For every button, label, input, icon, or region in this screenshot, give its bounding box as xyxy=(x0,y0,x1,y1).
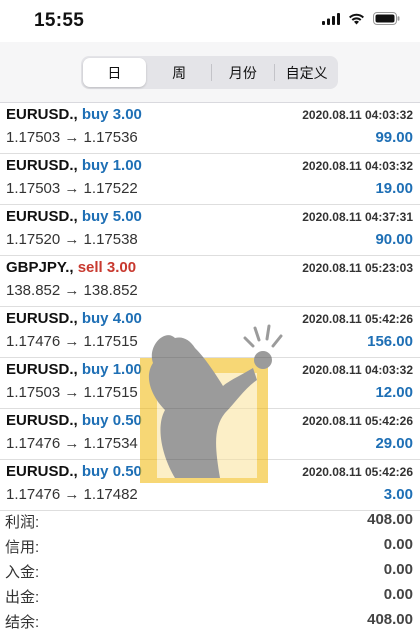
trade-row[interactable]: EURUSD., buy 1.00 2020.08.11 04:03:32 1.… xyxy=(0,358,420,409)
trade-row[interactable]: EURUSD., buy 0.50 2020.08.11 05:42:26 1.… xyxy=(0,460,420,511)
trade-datetime: 2020.08.11 04:37:31 xyxy=(302,210,413,224)
summary-value: 408.00 xyxy=(367,511,413,528)
trade-prices: 138.852 → 138.852 xyxy=(6,282,138,299)
trade-prices: 1.17503 → 1.17536 xyxy=(6,129,138,146)
trade-datetime: 2020.08.11 05:42:26 xyxy=(302,312,413,326)
trade-datetime: 2020.08.11 05:42:26 xyxy=(302,465,413,479)
summary-label: 信用: xyxy=(5,539,40,556)
trade-symbol: GBPJPY., xyxy=(6,259,74,276)
trade-datetime: 2020.08.11 05:23:03 xyxy=(302,261,413,275)
cellular-signal-icon xyxy=(322,12,340,30)
trade-side: buy 1.00 xyxy=(81,157,142,174)
period-selector-bar: 日 周 月份 自定义 xyxy=(0,42,420,103)
trade-profit: 156.00 xyxy=(367,333,413,350)
trade-prices: 1.17520 → 1.17538 xyxy=(6,231,138,248)
summary-row-balance: 结余: 408.00 xyxy=(0,607,420,632)
trade-symbol: EURUSD., xyxy=(6,463,78,480)
trade-symbol: EURUSD., xyxy=(6,208,78,225)
summary-row-withdrawal: 出金: 0.00 xyxy=(0,582,420,607)
trade-symbol: EURUSD., xyxy=(6,361,78,378)
trade-profit: 12.00 xyxy=(375,384,413,401)
trade-row[interactable]: GBPJPY., sell 3.00 2020.08.11 05:23:03 1… xyxy=(0,256,420,307)
trade-row[interactable]: EURUSD., buy 0.50 2020.08.11 05:42:26 1.… xyxy=(0,409,420,460)
trade-side: buy 0.50 xyxy=(81,412,142,429)
wifi-icon xyxy=(348,12,365,30)
trade-side: buy 4.00 xyxy=(81,310,142,327)
trade-symbol: EURUSD., xyxy=(6,412,78,429)
summary-label: 出金: xyxy=(5,589,40,606)
trade-datetime: 2020.08.11 05:42:26 xyxy=(302,414,413,428)
account-summary: 利润: 408.00 信用: 0.00 入金: 0.00 出金: 0.00 结余… xyxy=(0,507,420,632)
trade-datetime: 2020.08.11 04:03:32 xyxy=(302,159,413,173)
trade-datetime: 2020.08.11 04:03:32 xyxy=(302,108,413,122)
trade-side: buy 0.50 xyxy=(81,463,142,480)
tab-week[interactable]: 周 xyxy=(148,56,211,89)
tab-month[interactable]: 月份 xyxy=(212,56,275,89)
trade-datetime: 2020.08.11 04:03:32 xyxy=(302,363,413,377)
summary-row-deposit: 入金: 0.00 xyxy=(0,557,420,582)
tab-custom[interactable]: 自定义 xyxy=(275,56,338,89)
trade-prices: 1.17503 → 1.17515 xyxy=(6,384,138,401)
status-icons xyxy=(322,12,400,30)
trade-history-list: EURUSD., buy 3.00 2020.08.11 04:03:32 1.… xyxy=(0,103,420,511)
trade-row[interactable]: EURUSD., buy 4.00 2020.08.11 05:42:26 1.… xyxy=(0,307,420,358)
trade-side: buy 3.00 xyxy=(81,106,142,123)
summary-row-profit: 利润: 408.00 xyxy=(0,507,420,532)
trade-symbol: EURUSD., xyxy=(6,157,78,174)
status-bar: 15:55 xyxy=(0,0,420,42)
battery-icon xyxy=(373,12,400,30)
status-time: 15:55 xyxy=(34,10,85,31)
summary-value: 0.00 xyxy=(383,586,413,603)
trade-side: buy 1.00 xyxy=(81,361,142,378)
trade-prices: 1.17476 → 1.17534 xyxy=(6,435,138,452)
summary-label: 结余: xyxy=(5,614,40,631)
summary-value: 0.00 xyxy=(383,561,413,578)
summary-value: 408.00 xyxy=(367,611,413,628)
trade-profit: 99.00 xyxy=(375,129,413,146)
trade-profit: 3.00 xyxy=(383,486,413,503)
trade-profit: 29.00 xyxy=(375,435,413,452)
trade-prices: 1.17476 → 1.17482 xyxy=(6,486,138,503)
trade-side: buy 5.00 xyxy=(81,208,142,225)
trade-symbol: EURUSD., xyxy=(6,310,78,327)
summary-value: 0.00 xyxy=(383,536,413,553)
summary-label: 入金: xyxy=(5,564,40,581)
trade-side: sell 3.00 xyxy=(77,259,137,276)
trade-prices: 1.17476 → 1.17515 xyxy=(6,333,138,350)
summary-label: 利润: xyxy=(5,514,40,531)
trade-row[interactable]: EURUSD., buy 1.00 2020.08.11 04:03:32 1.… xyxy=(0,154,420,205)
trade-profit: 19.00 xyxy=(375,180,413,197)
period-segmented-control: 日 周 月份 自定义 xyxy=(81,56,338,89)
tab-day[interactable]: 日 xyxy=(83,58,146,87)
trade-row[interactable]: EURUSD., buy 3.00 2020.08.11 04:03:32 1.… xyxy=(0,103,420,154)
trade-prices: 1.17503 → 1.17522 xyxy=(6,180,138,197)
trade-row[interactable]: EURUSD., buy 5.00 2020.08.11 04:37:31 1.… xyxy=(0,205,420,256)
trade-profit: 90.00 xyxy=(375,231,413,248)
summary-row-credit: 信用: 0.00 xyxy=(0,532,420,557)
trade-symbol: EURUSD., xyxy=(6,106,78,123)
